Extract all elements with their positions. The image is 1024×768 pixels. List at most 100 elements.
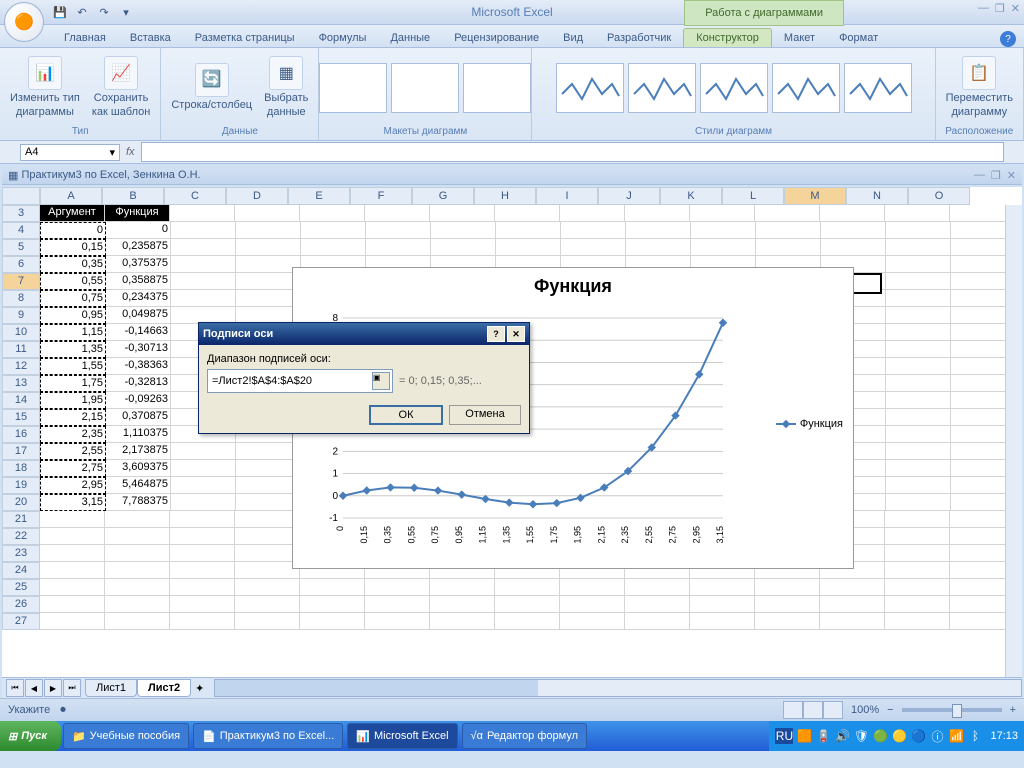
- cell[interactable]: [365, 205, 430, 222]
- cell-B5[interactable]: 0,235875: [106, 239, 171, 256]
- cell-A18[interactable]: 2,75: [40, 460, 106, 477]
- cell[interactable]: [40, 562, 105, 579]
- tab-home[interactable]: Главная: [52, 29, 118, 47]
- switch-rowcol-button[interactable]: 🔄Строка/столбец: [167, 61, 256, 114]
- cell[interactable]: [885, 613, 950, 630]
- normal-view-icon[interactable]: [783, 701, 803, 719]
- cell[interactable]: [431, 222, 496, 239]
- cell[interactable]: [170, 596, 235, 613]
- cell[interactable]: [755, 613, 820, 630]
- horizontal-scrollbar[interactable]: [214, 679, 1022, 697]
- cell[interactable]: [886, 307, 951, 324]
- row-header-21[interactable]: 21: [2, 511, 40, 528]
- undo-icon[interactable]: ↶: [72, 2, 92, 22]
- collapse-dialog-icon[interactable]: ▣: [372, 372, 390, 390]
- tray-icon-3[interactable]: 🔊: [834, 728, 850, 744]
- chart-layout-2[interactable]: [391, 63, 459, 113]
- column-header-C[interactable]: C: [164, 187, 226, 205]
- cell-A13[interactable]: 1,75: [40, 375, 106, 392]
- cell[interactable]: [171, 494, 236, 511]
- cell[interactable]: [560, 579, 625, 596]
- cell[interactable]: [170, 562, 235, 579]
- page-layout-view-icon[interactable]: [803, 701, 823, 719]
- doc-close-icon[interactable]: ✕: [1007, 169, 1016, 182]
- cell[interactable]: [40, 613, 105, 630]
- cell-A15[interactable]: 2,15: [40, 409, 106, 426]
- zoom-in-icon[interactable]: +: [1010, 704, 1016, 716]
- cell[interactable]: [625, 579, 690, 596]
- cell[interactable]: [690, 596, 755, 613]
- tray-icon-2[interactable]: 🪫: [815, 728, 831, 744]
- cell[interactable]: [821, 222, 886, 239]
- column-header-J[interactable]: J: [598, 187, 660, 205]
- cell[interactable]: [755, 596, 820, 613]
- cell[interactable]: [756, 239, 821, 256]
- tray-icon-6[interactable]: 🟡: [891, 728, 907, 744]
- chart-style-5[interactable]: [844, 63, 912, 113]
- cell[interactable]: [690, 205, 755, 222]
- cell-A8[interactable]: 0,75: [40, 290, 106, 307]
- cell[interactable]: [886, 477, 951, 494]
- cell[interactable]: [885, 545, 950, 562]
- cell[interactable]: [171, 222, 236, 239]
- column-header-B[interactable]: B: [102, 187, 164, 205]
- cell[interactable]: [820, 596, 885, 613]
- tray-icon-1[interactable]: 🟧: [796, 728, 812, 744]
- dialog-close-icon[interactable]: ✕: [507, 326, 525, 342]
- tab-review[interactable]: Рецензирование: [442, 29, 551, 47]
- cell[interactable]: [886, 341, 951, 358]
- column-header-I[interactable]: I: [536, 187, 598, 205]
- tray-icon-5[interactable]: 🟢: [872, 728, 888, 744]
- cell[interactable]: [691, 239, 756, 256]
- cell[interactable]: [626, 239, 691, 256]
- cell[interactable]: [885, 511, 950, 528]
- cell[interactable]: [235, 528, 300, 545]
- last-sheet-icon[interactable]: ⏭: [63, 679, 81, 697]
- office-button[interactable]: 🟠: [4, 2, 44, 42]
- move-chart-button[interactable]: 📋Переместить диаграмму: [942, 54, 1017, 120]
- cell-A5[interactable]: 0,15: [40, 239, 106, 256]
- column-header-O[interactable]: O: [908, 187, 970, 205]
- cell[interactable]: [235, 511, 300, 528]
- cell[interactable]: [495, 579, 560, 596]
- cell[interactable]: [430, 613, 495, 630]
- row-header-23[interactable]: 23: [2, 545, 40, 562]
- cell[interactable]: [495, 613, 560, 630]
- cell-A6[interactable]: 0,35: [40, 256, 106, 273]
- tab-pagelayout[interactable]: Разметка страницы: [183, 29, 307, 47]
- cell-A4[interactable]: 0: [40, 222, 106, 239]
- row-header-16[interactable]: 16: [2, 426, 40, 443]
- cell[interactable]: [885, 596, 950, 613]
- cell[interactable]: [496, 222, 561, 239]
- cell[interactable]: [105, 511, 170, 528]
- page-break-view-icon[interactable]: [823, 701, 843, 719]
- minimize-icon[interactable]: —: [978, 2, 989, 15]
- cell-B10[interactable]: -0,14663: [106, 324, 171, 341]
- cell[interactable]: [365, 613, 430, 630]
- column-header-D[interactable]: D: [226, 187, 288, 205]
- cell-B15[interactable]: 0,370875: [106, 409, 171, 426]
- qat-more-icon[interactable]: ▾: [116, 2, 136, 22]
- tab-view[interactable]: Вид: [551, 29, 595, 47]
- cell[interactable]: [365, 596, 430, 613]
- cell[interactable]: [756, 222, 821, 239]
- save-icon[interactable]: 💾: [50, 2, 70, 22]
- cell-B20[interactable]: 7,788375: [106, 494, 171, 511]
- cell-B17[interactable]: 2,173875: [106, 443, 171, 460]
- row-header-10[interactable]: 10: [2, 324, 40, 341]
- cell[interactable]: [561, 239, 626, 256]
- zoom-slider[interactable]: [902, 708, 1002, 712]
- cell[interactable]: [886, 256, 951, 273]
- row-header-15[interactable]: 15: [2, 409, 40, 426]
- cell[interactable]: [171, 256, 236, 273]
- row-header-18[interactable]: 18: [2, 460, 40, 477]
- chart-style-4[interactable]: [772, 63, 840, 113]
- range-input-field[interactable]: [210, 374, 372, 388]
- row-header-24[interactable]: 24: [2, 562, 40, 579]
- first-sheet-icon[interactable]: ⏮: [6, 679, 24, 697]
- cell[interactable]: [105, 613, 170, 630]
- namebox-dropdown-icon[interactable]: ▾: [109, 146, 115, 159]
- cell[interactable]: [300, 613, 365, 630]
- dialog-titlebar[interactable]: Подписи оси ? ✕: [199, 323, 529, 345]
- cell[interactable]: [105, 579, 170, 596]
